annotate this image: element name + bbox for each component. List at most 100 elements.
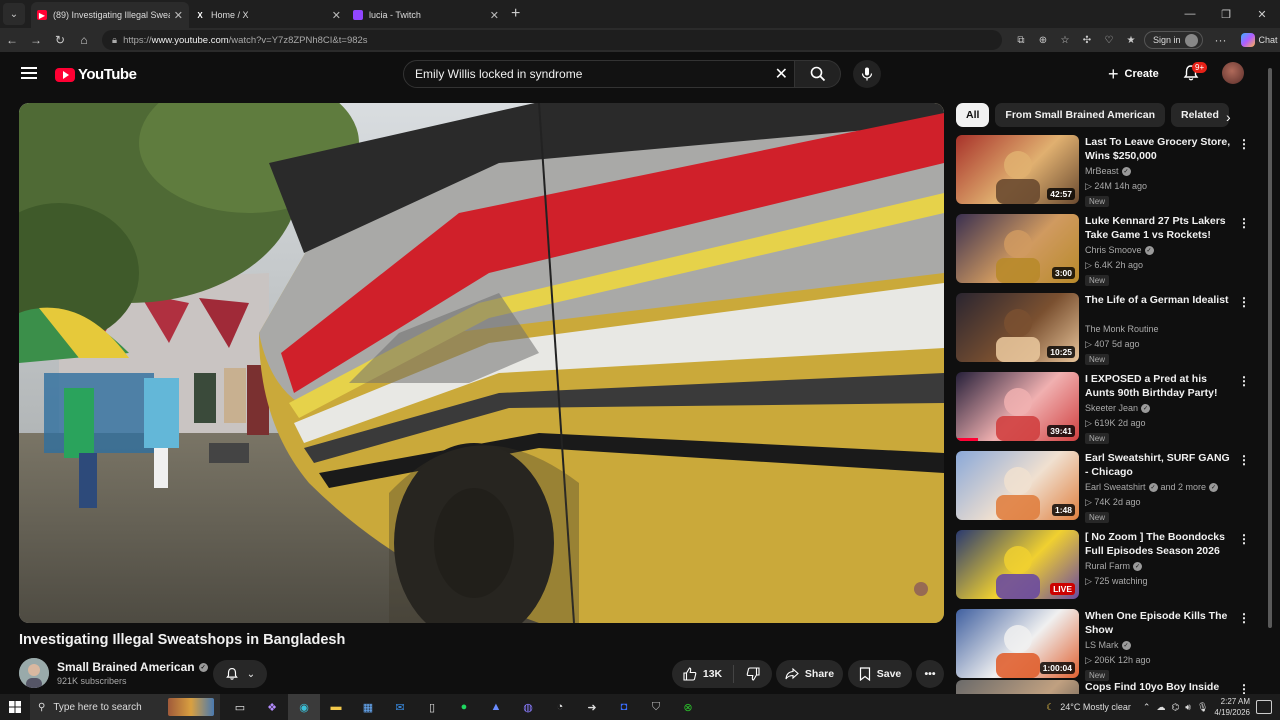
close-tab-icon[interactable]: ✕ xyxy=(174,9,183,22)
voice-search-button[interactable] xyxy=(853,60,881,88)
taskbar-search[interactable]: ⚲ Type here to search xyxy=(30,694,220,720)
extensions-icon[interactable]: ✣ xyxy=(1078,35,1096,46)
cloud-icon[interactable]: ☁ xyxy=(1156,702,1165,713)
recommendation-title[interactable]: The Life of a German Idealist xyxy=(1085,293,1235,307)
chip-all[interactable]: All xyxy=(956,103,990,127)
url-field[interactable]: 🔒︎ https://www.youtube.com/watch?v=Y7z8Z… xyxy=(102,30,1002,50)
recommendation-title[interactable]: Cops Find 10yo Boy Inside xyxy=(1085,680,1235,694)
recommendation-channel[interactable]: Skeeter Jean ✓ xyxy=(1085,403,1151,413)
weather-widget[interactable]: ☾ 24°C Mostly clear xyxy=(1046,702,1131,713)
tab-youtube[interactable]: ▶ (89) Investigating Illegal Sweatshops … xyxy=(31,2,189,28)
more-vertical-icon[interactable]: ⋮ xyxy=(1238,682,1250,694)
recommendation-channel[interactable]: MrBeast ✓ xyxy=(1085,166,1131,176)
recommendation-item[interactable]: LIVE [ No Zoom ] The Boondocks Full Episo… xyxy=(956,530,1256,600)
chip-related[interactable]: Related xyxy=(1171,103,1229,127)
recommendation-item[interactable]: 10:25 The Life of a German Idealist The Mo… xyxy=(956,293,1256,365)
xbox-icon[interactable]: ⊗ xyxy=(672,694,704,720)
more-vertical-icon[interactable]: ⋮ xyxy=(1238,453,1250,467)
more-actions-button[interactable]: ••• xyxy=(916,660,944,688)
vpn-shield-icon[interactable]: ⛉ xyxy=(640,694,672,720)
recommendation-channel[interactable]: Rural Farm ✓ xyxy=(1085,561,1143,571)
recommendation-item[interactable]: 1:00:04 When One Episode Kills The Show LS… xyxy=(956,609,1256,681)
video-thumbnail[interactable]: 42:57 xyxy=(956,135,1079,204)
account-avatar[interactable] xyxy=(1222,62,1244,84)
more-vertical-icon[interactable]: ⋮ xyxy=(1238,137,1250,151)
recommendation-title[interactable]: When One Episode Kills The Show xyxy=(1085,609,1235,637)
refresh-icon[interactable]: ↻ xyxy=(48,33,72,47)
more-vertical-icon[interactable]: ⋮ xyxy=(1238,532,1250,546)
app-icon-square[interactable]: ◘ xyxy=(608,694,640,720)
store-icon[interactable]: ▦ xyxy=(352,694,384,720)
channel-avatar[interactable] xyxy=(19,658,49,688)
app-icon-compass[interactable]: ◔ xyxy=(544,694,576,720)
network-icon[interactable]: ⌬ xyxy=(1171,702,1179,713)
tab-x[interactable]: X Home / X ✕ xyxy=(189,2,347,28)
volume-icon[interactable]: 🔊︎ xyxy=(1185,702,1191,713)
notification-center-icon[interactable] xyxy=(1256,700,1272,714)
recommendation-channel[interactable]: LS Mark ✓ xyxy=(1085,640,1131,650)
video-thumbnail[interactable] xyxy=(956,680,1079,694)
copilot-chat-button[interactable]: Chat xyxy=(1240,33,1278,47)
browser-essentials-icon[interactable]: ♡ xyxy=(1100,35,1118,46)
save-button[interactable]: Save xyxy=(848,660,912,688)
app-icon-triangle[interactable]: ▲ xyxy=(480,694,512,720)
more-options-icon[interactable]: ··· xyxy=(1209,33,1233,47)
recommendation-item[interactable]: 39:41 I EXPOSED a Pred at his Aunts 90th … xyxy=(956,372,1256,444)
like-button[interactable]: 13K xyxy=(672,665,734,683)
app-icon-arrow[interactable]: ➜ xyxy=(576,694,608,720)
chevron-right-icon[interactable]: › xyxy=(1226,109,1231,125)
tab-twitch[interactable]: lucia - Twitch ✕ xyxy=(347,2,505,28)
minimize-icon[interactable]: — xyxy=(1172,0,1208,28)
share-button[interactable]: Share xyxy=(776,660,843,688)
page-scrollbar[interactable] xyxy=(1268,60,1274,680)
close-tab-icon[interactable]: ✕ xyxy=(490,9,499,22)
video-thumbnail[interactable]: 1:48 xyxy=(956,451,1079,520)
notepad-icon[interactable]: ▯ xyxy=(416,694,448,720)
recommendation-item[interactable]: Cops Find 10yo Boy Inside ⋮ xyxy=(956,680,1256,694)
split-screen-icon[interactable]: ⧉ xyxy=(1012,35,1030,46)
youtube-logo[interactable]: YouTube xyxy=(55,66,137,83)
recommendation-item[interactable]: 42:57 Last To Leave Grocery Store, Wins $… xyxy=(956,135,1256,207)
edge-app-icon[interactable]: ◉ xyxy=(288,694,320,720)
new-tab-icon[interactable]: + xyxy=(511,5,520,23)
microphone-tray-icon[interactable]: 🎙︎ xyxy=(1197,702,1208,713)
recommendation-title[interactable]: Earl Sweatshirt, SURF GANG - Chicago xyxy=(1085,451,1235,479)
back-icon[interactable]: ← xyxy=(0,33,24,47)
outlook-icon[interactable]: ✉ xyxy=(384,694,416,720)
search-input[interactable]: Emily Willis locked in syndrome ✕ xyxy=(403,60,795,88)
create-button[interactable]: + Create xyxy=(1100,62,1167,86)
start-button[interactable] xyxy=(0,701,30,713)
video-thumbnail[interactable]: 39:41 xyxy=(956,372,1079,441)
video-thumbnail[interactable]: LIVE xyxy=(956,530,1079,599)
recommendation-channel[interactable]: Earl Sweatshirt ✓ and 2 more ✓ xyxy=(1085,482,1219,492)
favorites-icon[interactable]: ★ xyxy=(1122,35,1140,46)
recommendation-channel[interactable]: Chris Smoove ✓ xyxy=(1085,245,1154,255)
recommendation-item[interactable]: 3:00 Luke Kennard 27 Pts Lakers Take Game… xyxy=(956,214,1256,286)
zoom-icon[interactable]: ⊕ xyxy=(1034,35,1052,46)
tab-actions-menu[interactable]: ⌄ xyxy=(3,3,25,25)
video-thumbnail[interactable]: 3:00 xyxy=(956,214,1079,283)
clock[interactable]: 2:27 AM 4/19/2026 xyxy=(1214,696,1250,718)
close-window-icon[interactable]: ✕ xyxy=(1244,0,1280,28)
forward-icon[interactable]: → xyxy=(24,33,48,47)
copilot-app-icon[interactable]: ❖ xyxy=(256,694,288,720)
maximize-icon[interactable]: ❐ xyxy=(1208,0,1244,28)
recommendation-item[interactable]: 1:48 Earl Sweatshirt, SURF GANG - Chicago… xyxy=(956,451,1256,523)
close-tab-icon[interactable]: ✕ xyxy=(332,9,341,22)
dislike-button[interactable] xyxy=(734,667,772,681)
chrome-icon[interactable]: ◍ xyxy=(512,694,544,720)
home-icon[interactable]: ⌂ xyxy=(72,33,96,47)
recommendation-title[interactable]: Luke Kennard 27 Pts Lakers Take Game 1 v… xyxy=(1085,214,1235,242)
search-button[interactable] xyxy=(795,60,841,88)
more-vertical-icon[interactable]: ⋮ xyxy=(1238,295,1250,309)
task-view-icon[interactable]: ▭ xyxy=(224,694,256,720)
spotify-icon[interactable]: ● xyxy=(448,694,480,720)
menu-icon[interactable] xyxy=(21,67,37,79)
more-vertical-icon[interactable]: ⋮ xyxy=(1238,216,1250,230)
clear-search-icon[interactable]: ✕ xyxy=(775,64,788,84)
channel-name[interactable]: Small Brained American ✓ xyxy=(57,660,208,674)
chevron-up-icon[interactable]: ⌃ xyxy=(1143,702,1151,713)
video-player[interactable] xyxy=(19,103,944,623)
file-explorer-icon[interactable]: ▬ xyxy=(320,694,352,720)
more-vertical-icon[interactable]: ⋮ xyxy=(1238,374,1250,388)
